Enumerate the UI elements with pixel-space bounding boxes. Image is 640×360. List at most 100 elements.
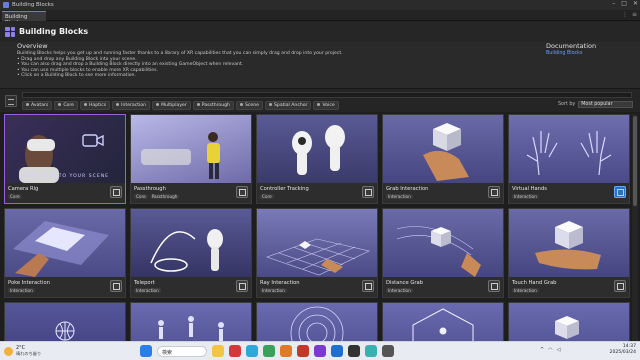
card-tag: Interaction	[386, 194, 413, 199]
card-tag: Core	[8, 194, 22, 199]
chip-core[interactable]: Core	[54, 101, 78, 110]
block-card-partial[interactable]	[382, 302, 504, 360]
kebab-menu-icon[interactable]: ⋮	[622, 11, 628, 18]
add-block-icon[interactable]	[362, 186, 374, 198]
explorer-icon[interactable]	[212, 345, 224, 357]
card-tag: Interaction	[260, 288, 287, 293]
volume-icon[interactable]: ◁	[557, 347, 561, 353]
app-icon[interactable]	[314, 345, 326, 357]
card-title: Grab Interaction	[386, 186, 429, 192]
passthrough-illustration	[141, 132, 220, 179]
app-icon[interactable]	[382, 345, 394, 357]
minimize-icon[interactable]: –	[612, 0, 615, 7]
app-icon[interactable]	[331, 345, 343, 357]
card-title: Ray Interaction	[260, 280, 300, 286]
block-card-grab-interaction[interactable]: Grab Interaction Interaction	[382, 114, 504, 204]
block-card-partial[interactable]	[130, 302, 252, 360]
block-card-teleport[interactable]: Teleport Interaction	[130, 208, 252, 298]
browser-icon[interactable]	[246, 345, 258, 357]
grid-scrollbar[interactable]	[632, 114, 638, 346]
chip-multiplayer[interactable]: Multiplayer	[152, 101, 191, 110]
documentation-link[interactable]: Building Blocks	[546, 51, 596, 56]
close-icon[interactable]: ✕	[633, 0, 638, 7]
add-block-icon[interactable]	[236, 280, 248, 292]
start-icon[interactable]	[140, 345, 152, 357]
add-block-icon[interactable]	[488, 280, 500, 292]
tab-bar: Building Blocks ⋮ ≡	[0, 10, 640, 26]
sort-label: Sort by	[558, 102, 576, 107]
blocks-grid: DROP ME INTO YOUR SCENE Camera Rig Core …	[4, 114, 632, 360]
card-thumbnail	[257, 115, 377, 183]
distance-grab-illustration	[396, 226, 481, 277]
taskbar-search[interactable]: 検索	[157, 345, 207, 357]
block-card-camera-rig[interactable]: DROP ME INTO YOUR SCENE Camera Rig Core	[4, 114, 126, 204]
clock-date: 2025/03/24	[609, 350, 636, 355]
sort-dropdown[interactable]: Most popular	[578, 101, 634, 108]
sort-control: Sort by Most popular	[558, 101, 634, 108]
add-block-icon[interactable]	[614, 186, 626, 198]
search-input[interactable]	[22, 92, 632, 98]
building-blocks-logo-icon	[5, 26, 15, 37]
window-controls: – □ ✕	[612, 0, 638, 7]
add-block-icon[interactable]	[488, 186, 500, 198]
chip-voice[interactable]: Voice	[313, 101, 339, 110]
card-thumbnail	[131, 209, 251, 277]
block-card-virtual-hands[interactable]: Virtual Hands Interaction	[508, 114, 630, 204]
card-thumbnail	[509, 209, 629, 277]
card-thumbnail	[383, 209, 503, 277]
unity-taskbar-icon[interactable]	[348, 345, 360, 357]
drop-hint: DROP ME INTO YOUR SCENE	[20, 174, 110, 179]
add-block-icon[interactable]	[110, 186, 122, 198]
card-title: Touch Hand Grab	[512, 280, 557, 286]
card-tag: Passthrough	[149, 194, 180, 199]
card-tag: Core	[134, 194, 148, 199]
chip-haptics[interactable]: Haptics	[79, 101, 111, 110]
overview-line: • Click on a Building Block to see more …	[17, 73, 136, 79]
window-menu-icon[interactable]: ≡	[632, 11, 637, 18]
card-tag: Interaction	[512, 288, 539, 293]
wifi-icon[interactable]: ◠	[548, 347, 552, 353]
window-title: Building Blocks	[12, 2, 54, 8]
app-icon[interactable]	[365, 345, 377, 357]
chip-interaction[interactable]: Interaction	[112, 101, 151, 110]
touch-grab-illustration	[535, 221, 601, 270]
grid-view-icon[interactable]	[5, 95, 17, 107]
card-thumbnail	[131, 115, 251, 183]
clock[interactable]: 14:37 2025/03/24	[610, 344, 636, 356]
controllers-illustration	[292, 125, 345, 175]
block-card-poke-interaction[interactable]: Poke Interaction Interaction	[4, 208, 126, 298]
add-block-icon[interactable]	[110, 280, 122, 292]
chevron-up-icon[interactable]: ^	[540, 347, 544, 353]
block-card-passthrough[interactable]: Passthrough Core Passthrough	[130, 114, 252, 204]
poke-panel-illustration	[13, 221, 109, 277]
block-card-touch-hand-grab[interactable]: Touch Hand Grab Interaction	[508, 208, 630, 298]
block-card-partial[interactable]	[4, 302, 126, 360]
add-block-icon[interactable]	[614, 280, 626, 292]
app-icon[interactable]	[263, 345, 275, 357]
app-icon[interactable]	[297, 345, 309, 357]
camera-rig-illustration	[19, 134, 104, 183]
unity-icon	[3, 2, 9, 8]
maximize-icon[interactable]: □	[621, 0, 627, 7]
chip-passthrough[interactable]: Passthrough	[192, 101, 234, 110]
block-card-distance-grab[interactable]: Distance Grab Interaction	[382, 208, 504, 298]
block-card-partial[interactable]	[508, 302, 630, 360]
documentation-heading: Documentation	[546, 42, 597, 50]
card-title: Teleport	[134, 280, 155, 286]
app-icon[interactable]	[229, 345, 241, 357]
block-card-ray-interaction[interactable]: Ray Interaction Interaction	[256, 208, 378, 298]
tab-building-blocks[interactable]: Building Blocks	[2, 11, 46, 26]
card-thumbnail	[257, 209, 377, 277]
block-card-controller-tracking[interactable]: Controller Tracking Core	[256, 114, 378, 204]
weather-widget[interactable]: 2°C 晴れのち曇り	[4, 345, 41, 357]
chip-scene[interactable]: Scene	[235, 101, 263, 110]
chip-avatars[interactable]: Avatars	[22, 101, 53, 110]
card-tag: Interaction	[512, 194, 539, 199]
add-block-icon[interactable]	[236, 186, 248, 198]
block-card-partial[interactable]	[256, 302, 378, 360]
add-block-icon[interactable]	[362, 280, 374, 292]
card-thumbnail	[509, 115, 629, 183]
chip-spatial-anchor[interactable]: Spatial Anchor	[264, 101, 312, 110]
app-icon[interactable]	[280, 345, 292, 357]
card-thumbnail: DROP ME INTO YOUR SCENE	[5, 115, 125, 183]
